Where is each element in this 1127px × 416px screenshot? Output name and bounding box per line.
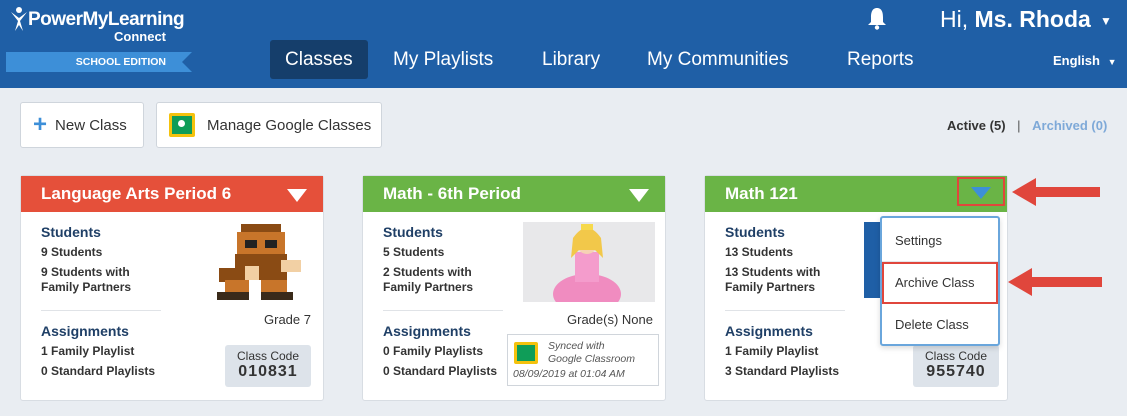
user-name: Ms. Rhoda bbox=[974, 6, 1091, 32]
assignments-heading: Assignments bbox=[725, 323, 813, 339]
grade-label: Grade(s) None bbox=[567, 312, 653, 327]
user-greeting[interactable]: Hi, Ms. Rhoda bbox=[940, 6, 1091, 33]
nav-reports[interactable]: Reports bbox=[847, 40, 914, 79]
new-class-label: New Class bbox=[55, 116, 127, 134]
class-avatar-image bbox=[217, 224, 301, 300]
google-sync-status: Synced with Google Classroom 08/09/2019 … bbox=[507, 334, 659, 386]
divider bbox=[725, 310, 845, 311]
top-header: PowerMyLearning Connect SCHOOL EDITION H… bbox=[0, 0, 1127, 88]
students-heading: Students bbox=[41, 224, 101, 240]
card-menu-caret-icon[interactable] bbox=[287, 189, 307, 202]
sync-date: 08/09/2019 at 01:04 AM bbox=[513, 368, 625, 380]
students-heading: Students bbox=[383, 224, 443, 240]
annotation-arrow-icon bbox=[1012, 178, 1100, 206]
greeting-prefix: Hi, bbox=[940, 6, 975, 32]
card-header[interactable]: Language Arts Period 6 bbox=[21, 176, 323, 212]
google-classroom-icon bbox=[169, 113, 195, 137]
grade-label: Grade 7 bbox=[264, 312, 311, 327]
class-code-value: 010831 bbox=[238, 363, 298, 380]
family-playlists: 1 Family Playlist bbox=[41, 344, 135, 358]
nav-my-communities[interactable]: My Communities bbox=[647, 40, 788, 79]
filter-archived[interactable]: Archived (0) bbox=[1032, 118, 1107, 133]
class-avatar-image bbox=[523, 222, 655, 302]
assignments-heading: Assignments bbox=[383, 323, 471, 339]
annotation-arrow-icon bbox=[1008, 268, 1102, 296]
manage-google-label: Manage Google Classes bbox=[207, 116, 372, 134]
family-partners-line1: 2 Students with bbox=[383, 265, 472, 279]
students-heading: Students bbox=[725, 224, 785, 240]
notification-bell-icon[interactable] bbox=[866, 6, 888, 30]
standard-playlists: 0 Standard Playlists bbox=[383, 364, 498, 378]
class-options-menu: Settings Archive Class Delete Class bbox=[880, 216, 1000, 346]
card-header[interactable]: Math - 6th Period bbox=[363, 176, 665, 212]
logo-text: PowerMyLearning bbox=[28, 9, 185, 30]
card-title: Language Arts Period 6 bbox=[41, 184, 232, 203]
standard-playlists: 3 Standard Playlists bbox=[725, 364, 840, 378]
plus-icon: + bbox=[33, 111, 48, 138]
person-logo-icon bbox=[11, 7, 27, 31]
students-count: 5 Students bbox=[383, 245, 445, 259]
logo-subtext: Connect bbox=[114, 29, 166, 44]
family-partners-line1: 9 Students with bbox=[41, 265, 130, 279]
divider bbox=[383, 310, 503, 311]
filter-separator: | bbox=[1017, 118, 1021, 133]
menu-item-settings[interactable]: Settings bbox=[882, 220, 998, 262]
class-code-box: Class Code 010831 bbox=[225, 345, 311, 387]
class-card-language-arts: Language Arts Period 6 Students 9 Studen… bbox=[20, 175, 324, 401]
card-title: Math 121 bbox=[725, 184, 798, 203]
family-partners-line1: 13 Students with bbox=[725, 265, 821, 279]
manage-google-classes-button[interactable]: Manage Google Classes bbox=[156, 102, 382, 148]
class-code-box: Class Code 955740 bbox=[913, 345, 999, 387]
class-code-value: 955740 bbox=[926, 363, 986, 380]
card-menu-caret-highlight[interactable] bbox=[957, 177, 1005, 206]
students-count: 13 Students bbox=[725, 245, 794, 259]
banner-tail bbox=[182, 52, 192, 72]
sync-line2: Google Classroom bbox=[548, 353, 635, 365]
nav-library[interactable]: Library bbox=[542, 40, 600, 79]
divider bbox=[41, 310, 161, 311]
class-card-math-6th: Math - 6th Period Students 5 Students 2 … bbox=[362, 175, 666, 401]
menu-item-delete-class[interactable]: Delete Class bbox=[882, 304, 998, 346]
family-partners-line2: Family Partners bbox=[725, 280, 816, 294]
sync-line1: Synced with bbox=[548, 340, 605, 352]
card-menu-caret-icon[interactable] bbox=[629, 189, 649, 202]
students-count: 9 Students bbox=[41, 245, 103, 259]
class-code-label: Class Code bbox=[924, 349, 988, 363]
language-caret-icon: ▼ bbox=[1107, 57, 1117, 67]
card-menu-caret-icon[interactable] bbox=[971, 187, 991, 199]
school-edition-banner: SCHOOL EDITION bbox=[6, 52, 182, 72]
nav-my-playlists[interactable]: My Playlists bbox=[393, 40, 493, 79]
powermylearning-logo[interactable]: PowerMyLearning Connect SCHOOL EDITION bbox=[6, 6, 196, 76]
language-selector[interactable]: English ▼ bbox=[1053, 53, 1117, 68]
nav-classes[interactable]: Classes bbox=[270, 40, 368, 79]
family-playlists: 0 Family Playlists bbox=[383, 344, 484, 358]
card-title: Math - 6th Period bbox=[383, 184, 521, 203]
family-partners-line2: Family Partners bbox=[41, 280, 132, 294]
family-playlists: 1 Family Playlist bbox=[725, 344, 819, 358]
assignments-heading: Assignments bbox=[41, 323, 129, 339]
user-menu-caret-icon[interactable]: ▼ bbox=[1100, 14, 1112, 28]
filter-active[interactable]: Active (5) bbox=[947, 118, 1006, 133]
menu-item-archive-class[interactable]: Archive Class bbox=[882, 262, 998, 304]
sync-text: Synced with Google Classroom bbox=[548, 340, 635, 366]
class-code-label: Class Code bbox=[236, 349, 300, 363]
new-class-button[interactable]: + New Class bbox=[20, 102, 144, 148]
class-filter: Active (5) | Archived (0) bbox=[947, 118, 1107, 133]
language-label: English bbox=[1053, 53, 1100, 68]
family-partners-line2: Family Partners bbox=[383, 280, 474, 294]
standard-playlists: 0 Standard Playlists bbox=[41, 364, 156, 378]
google-classroom-icon bbox=[514, 342, 538, 364]
